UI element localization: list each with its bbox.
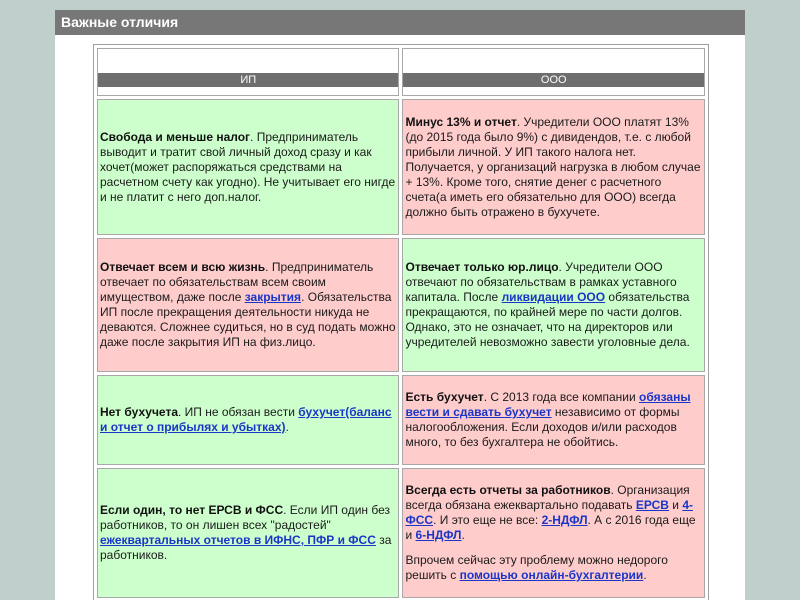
table-row: Отвечает всем и всю жизнь. Предпринимате… (97, 238, 705, 372)
cell-text: . (461, 528, 465, 542)
cell-ooo-accounting: Есть бухучет. С 2013 года все компании о… (402, 375, 705, 465)
cell-text: . ИП не обязан вести (178, 405, 299, 419)
table-header-row: ИП ООО (97, 48, 705, 96)
header-cell-ip: ИП (97, 48, 400, 96)
cell-text: . (643, 568, 647, 582)
comparison-table: ИП ООО Свобода и меньше налог. Предприни… (93, 44, 709, 600)
section-heading: Важные отличия (55, 10, 745, 35)
cell-title: Отвечает всем и всю жизнь (100, 260, 266, 274)
closing-link[interactable]: закрытия (245, 290, 301, 304)
cell-title: Нет бухучета (100, 405, 178, 419)
online-accounting-link[interactable]: помощью онлайн-бухгалтерии (460, 568, 644, 582)
cell-title: Есть бухучет (405, 390, 484, 404)
liquidation-link[interactable]: ликвидации ООО (502, 290, 606, 304)
cell-title: Если один, то нет ЕРСВ и ФСС (100, 503, 284, 517)
ndfl6-link[interactable]: 6-НДФЛ (416, 528, 462, 542)
cell-title: Свобода и меньше налог (100, 129, 251, 144)
cell-title: Отвечает только юр.лицо (405, 260, 559, 274)
cell-text: . И это еще не все: (433, 513, 542, 527)
cell-title: Минус 13% и отчет (405, 114, 517, 129)
cell-ip-liability: Отвечает всем и всю жизнь. Предпринимате… (97, 238, 400, 372)
cell-ooo-liability: Отвечает только юр.лицо. Учредители ООО … (402, 238, 705, 372)
cell-ooo-reports: Всегда есть отчеты за работников. Органи… (402, 468, 705, 598)
quarterly-reports-link[interactable]: ежеквартальных отчетов в ИФНС, ПФР и ФСС (100, 533, 376, 547)
cell-text: . Учредители ООО платят 13%(до 2015 года… (405, 114, 701, 219)
ndfl2-link[interactable]: 2-НДФЛ (542, 513, 588, 527)
cell-text: . (285, 420, 289, 434)
cell-ooo-taxes: Минус 13% и отчет. Учредители ООО платят… (402, 99, 705, 235)
column-header-ip: ИП (98, 73, 399, 87)
table-row: Если один, то нет ЕРСВ и ФСС. Если ИП од… (97, 468, 705, 598)
table-row: Свобода и меньше налог. Предприниматель … (97, 99, 705, 235)
header-cell-ooo: ООО (402, 48, 705, 96)
cell-text: . С 2013 года все компании (483, 390, 640, 404)
cell-title: Всегда есть отчеты за работников (405, 483, 611, 497)
cell-text: и (668, 498, 683, 512)
cell-ip-taxes: Свобода и меньше налог. Предприниматель … (97, 99, 400, 235)
cell-ip-accounting: Нет бухучета. ИП не обязан вести бухучет… (97, 375, 400, 465)
table-row: Нет бухучета. ИП не обязан вести бухучет… (97, 375, 705, 465)
cell-ip-reports: Если один, то нет ЕРСВ и ФСС. Если ИП од… (97, 468, 400, 598)
ersv-link[interactable]: ЕРСВ (636, 498, 669, 512)
column-header-ooo: ООО (403, 73, 704, 87)
document-page: Важные отличия ИП ООО Свобода и меньше н… (55, 10, 745, 600)
